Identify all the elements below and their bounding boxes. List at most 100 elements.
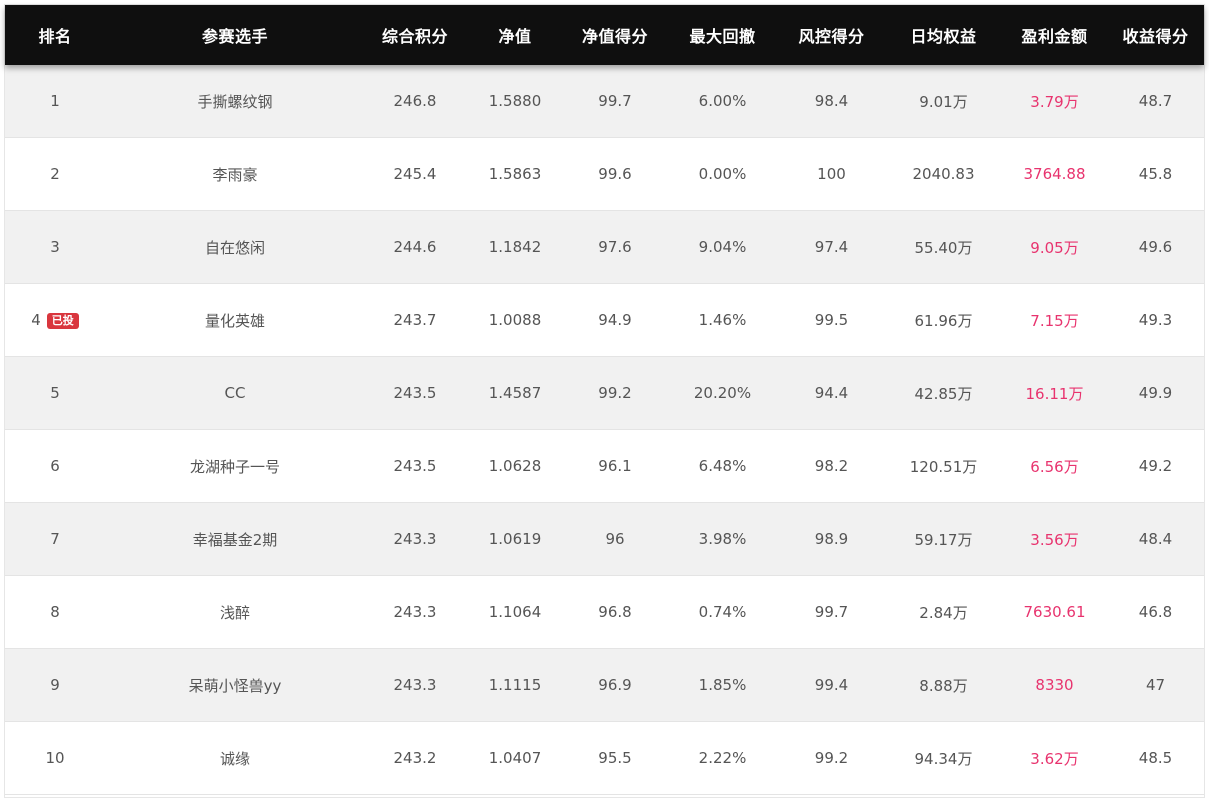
max-drawdown-cell: 9.04% xyxy=(665,238,780,256)
table-row[interactable]: 3 自在悠闲 244.6 1.1842 97.6 9.04% 97.4 55.40万 9.05万… xyxy=(5,211,1204,284)
nav-cell-text: 1.0628 xyxy=(488,457,542,475)
return-score-cell-text: 48.4 xyxy=(1138,530,1173,548)
risk-score-cell: 99.2 xyxy=(780,749,883,767)
risk-score-cell-text: 98.9 xyxy=(814,530,849,548)
return-score-cell: 48.7 xyxy=(1105,92,1206,110)
avg-equity-cell: 55.40万 xyxy=(883,237,1004,258)
contestant-name[interactable]: 量化英雄 xyxy=(105,310,365,331)
total-score-cell: 245.4 xyxy=(365,165,465,183)
profit-cell: 3.56万 xyxy=(1004,529,1105,550)
risk-score-cell-text: 99.5 xyxy=(814,311,849,329)
return-score-cell-text: 48.5 xyxy=(1138,749,1173,767)
header-risk-score[interactable]: 风控得分 xyxy=(780,23,883,47)
nav-cell-text: 1.1842 xyxy=(488,238,542,256)
profit-cell: 7630.61 xyxy=(1004,603,1105,621)
total-score-cell-text: 246.8 xyxy=(393,92,437,110)
nav-score-cell: 99.6 xyxy=(565,165,665,183)
avg-equity-cell-text: 2040.83 xyxy=(912,165,975,183)
nav-score-cell-text: 96 xyxy=(605,530,625,548)
rank-cell-text: 8 xyxy=(50,603,60,621)
contestant-name[interactable]: 诚缘 xyxy=(105,748,365,769)
max-drawdown-cell: 1.85% xyxy=(665,676,780,694)
return-score-cell-text: 47 xyxy=(1145,676,1166,694)
nav-score-cell-text: 96.8 xyxy=(598,603,632,621)
nav-score-cell-text: 99.2 xyxy=(598,384,632,402)
rank-cell-text: 1 xyxy=(50,92,60,110)
contestant-name[interactable]: 手撕螺纹钢 xyxy=(105,91,365,112)
max-drawdown-cell: 0.00% xyxy=(665,165,780,183)
return-score-cell-text: 49.6 xyxy=(1138,238,1173,256)
header-profit[interactable]: 盈利金额 xyxy=(1004,23,1105,47)
header-nav-score[interactable]: 净值得分 xyxy=(565,23,665,47)
total-score-cell-text: 243.3 xyxy=(393,676,437,694)
profit-cell: 7.15万 xyxy=(1004,310,1105,331)
nav-score-cell-text: 96.9 xyxy=(598,676,632,694)
table-row[interactable]: 6 龙湖种子一号 243.5 1.0628 96.1 6.48% 98.2 120.51万 6.… xyxy=(5,430,1204,503)
header-rank[interactable]: 排名 xyxy=(5,23,105,47)
nav-score-cell: 96 xyxy=(565,530,665,548)
rank-cell: 5 xyxy=(5,384,105,402)
table-row[interactable]: 10 诚缘 243.2 1.0407 95.5 2.22% 99.2 94.34万 3.62万 4… xyxy=(5,722,1204,795)
total-score-cell-text: 245.4 xyxy=(393,165,437,183)
nav-cell: 1.4587 xyxy=(465,384,565,402)
max-drawdown-cell: 1.46% xyxy=(665,311,780,329)
avg-equity-cell-text: 42.85万 xyxy=(914,384,973,403)
nav-score-cell-text: 97.6 xyxy=(598,238,632,256)
rank-cell: 10 xyxy=(5,749,105,767)
table-row[interactable]: 5 CC 243.5 1.4587 99.2 20.20% 94.4 42.85万 16.11万… xyxy=(5,357,1204,430)
contestant-name[interactable]: 幸福基金2期 xyxy=(105,529,365,550)
table-row[interactable]: 8 浅醉 243.3 1.1064 96.8 0.74% 99.7 2.84万 7630.61 4… xyxy=(5,576,1204,649)
nav-score-cell-text: 95.5 xyxy=(598,749,632,767)
return-score-cell: 47 xyxy=(1105,676,1206,694)
table-row[interactable]: 4 已投 量化英雄 243.7 1.0088 94.9 1.46% 99.5 61.96万 7.1… xyxy=(5,284,1204,357)
return-score-cell-text: 49.3 xyxy=(1138,311,1173,329)
risk-score-cell: 98.2 xyxy=(780,457,883,475)
avg-equity-cell-text: 61.96万 xyxy=(914,311,973,330)
risk-score-cell-text: 99.7 xyxy=(814,603,849,621)
table-row[interactable]: 2 李雨豪 245.4 1.5863 99.6 0.00% 100 2040.83 3764.8… xyxy=(5,138,1204,211)
nav-cell-text: 1.0407 xyxy=(488,749,542,767)
profit-cell-text: 7.15万 xyxy=(1030,311,1079,330)
avg-equity-cell-text: 8.88万 xyxy=(919,676,968,695)
max-drawdown-cell-text: 3.98% xyxy=(698,530,747,548)
contestant-name[interactable]: 李雨豪 xyxy=(105,164,365,185)
contestant-name[interactable]: 自在悠闲 xyxy=(105,237,365,258)
profit-cell: 9.05万 xyxy=(1004,237,1105,258)
max-drawdown-cell-text: 1.46% xyxy=(698,311,747,329)
contestant-name[interactable]: 龙湖种子一号 xyxy=(105,456,365,477)
header-max-drawdown[interactable]: 最大回撤 xyxy=(665,23,780,47)
nav-cell-text: 1.5880 xyxy=(488,92,542,110)
return-score-cell: 49.2 xyxy=(1105,457,1206,475)
nav-score-cell: 95.5 xyxy=(565,749,665,767)
rank-cell-text: 7 xyxy=(50,530,60,548)
rank-cell: 2 xyxy=(5,165,105,183)
profit-cell: 3764.88 xyxy=(1004,165,1105,183)
total-score-cell-text: 243.7 xyxy=(393,311,437,329)
nav-cell-text: 1.5863 xyxy=(488,165,542,183)
total-score-cell: 243.7 xyxy=(365,311,465,329)
header-total-score[interactable]: 综合积分 xyxy=(365,23,465,47)
contestant-name-text: 自在悠闲 xyxy=(204,238,265,257)
header-contestant[interactable]: 参赛选手 xyxy=(105,23,365,47)
table-row[interactable]: 7 幸福基金2期 243.3 1.0619 96 3.98% 98.9 59.17万 3.56万… xyxy=(5,503,1204,576)
nav-score-cell: 94.9 xyxy=(565,311,665,329)
profit-cell-text: 6.56万 xyxy=(1030,457,1079,476)
table-row[interactable]: 9 呆萌小怪兽yy 243.3 1.1115 96.9 1.85% 99.4 8.88万 833… xyxy=(5,649,1204,722)
nav-cell: 1.0619 xyxy=(465,530,565,548)
avg-equity-cell-text: 9.01万 xyxy=(919,92,968,111)
header-avg-equity[interactable]: 日均权益 xyxy=(883,23,1004,47)
table-row[interactable]: 1 手撕螺纹钢 246.8 1.5880 99.7 6.00% 98.4 9.01万 3.79万… xyxy=(5,65,1204,138)
contestant-name[interactable]: CC xyxy=(105,384,365,402)
risk-score-cell-text: 99.2 xyxy=(814,749,849,767)
nav-cell: 1.0407 xyxy=(465,749,565,767)
rank-cell: 9 xyxy=(5,676,105,694)
contestant-name[interactable]: 呆萌小怪兽yy xyxy=(105,675,365,696)
header-nav[interactable]: 净值 xyxy=(465,23,565,47)
contestant-name[interactable]: 浅醉 xyxy=(105,602,365,623)
risk-score-cell: 94.4 xyxy=(780,384,883,402)
max-drawdown-cell-text: 1.85% xyxy=(698,676,747,694)
total-score-cell: 246.8 xyxy=(365,92,465,110)
avg-equity-cell-text: 120.51万 xyxy=(909,457,978,476)
header-return-score[interactable]: 收益得分 xyxy=(1105,23,1206,47)
rank-cell: 6 xyxy=(5,457,105,475)
